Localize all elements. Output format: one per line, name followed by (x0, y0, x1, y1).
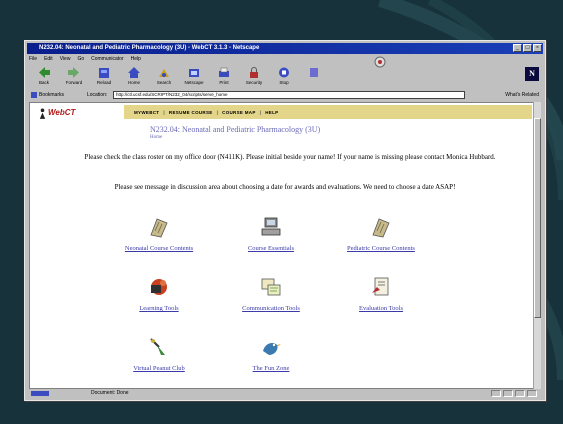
status-text: Document: Done (91, 390, 129, 396)
book-icon (372, 218, 390, 238)
computer-icon (261, 217, 281, 236)
tool-evaluation-tools[interactable]: Evaluation Tools (336, 275, 426, 312)
home-button[interactable]: Home (119, 65, 149, 89)
tool-learning-tools[interactable]: Learning Tools (114, 275, 204, 312)
whats-related-button[interactable]: What's Related (505, 90, 539, 100)
security-button[interactable]: Security (239, 65, 269, 89)
menu-communicator[interactable]: Communicator (91, 55, 124, 64)
forward-button[interactable]: Forward (59, 65, 89, 89)
tool-neonatal-course-contents[interactable]: Neonatal Course Contents (114, 215, 204, 252)
window-title: N232.04: Neonatal and Pediatric Pharmaco… (27, 43, 543, 54)
discussion-notice: Please see message in discussion area ab… (114, 183, 456, 191)
menu-help[interactable]: Help (131, 55, 141, 64)
back-button[interactable]: Back (29, 65, 59, 89)
tool-communication-tools[interactable]: Communication Tools (226, 275, 316, 312)
stop-icon (279, 67, 289, 78)
extra-toolbar-button[interactable] (299, 65, 329, 89)
lock-icon (250, 67, 258, 78)
bird-icon (263, 343, 281, 355)
netscape-button[interactable]: Netscape (179, 65, 209, 89)
grid-icon (310, 68, 318, 77)
nav-resume-course[interactable]: RESUME COURSE (169, 110, 213, 115)
back-arrow-icon (39, 67, 50, 78)
book-icon (150, 218, 168, 238)
menu-view[interactable]: View (60, 55, 71, 64)
tool-the-fun-zone[interactable]: The Fun Zone (226, 335, 316, 372)
navigation-toolbar: Back Forward Reload Home Search Netscape… (29, 65, 541, 89)
roster-notice: Please check the class roster on my offi… (84, 153, 496, 161)
search-button[interactable]: Search (149, 65, 179, 89)
menu-edit[interactable]: Edit (44, 55, 53, 64)
stop-button[interactable]: Stop (269, 65, 299, 89)
close-button[interactable]: × (533, 44, 542, 52)
bookmark-icon (31, 92, 37, 98)
scrollbar-thumb[interactable] (534, 118, 541, 318)
browser-window: N232.04: Neonatal and Pediatric Pharmaco… (24, 40, 546, 401)
nav-help[interactable]: HELP (265, 110, 278, 115)
netscape-logo-icon: N (525, 67, 539, 81)
pin-icon (150, 338, 165, 355)
status-bar: Document: Done (29, 389, 541, 398)
page-content: WebCT MYWEBCT | RESUME COURSE | COURSE M… (29, 102, 535, 389)
location-bar: Bookmarks Location: http://ctl.ucsf.edu/… (29, 90, 541, 100)
reload-icon (99, 68, 109, 78)
forward-arrow-icon (68, 67, 79, 78)
minimize-button[interactable]: _ (513, 44, 522, 52)
home-breadcrumb-link[interactable]: Home (150, 135, 162, 140)
window-controls: _ □ × (513, 44, 542, 52)
bookmarks-button[interactable]: Bookmarks (39, 90, 64, 100)
tool-virtual-peanut-club[interactable]: Virtual Peanut Club (114, 335, 204, 372)
menu-bar: File Edit View Go Communicator Help (29, 55, 141, 64)
connection-status-icon (31, 391, 49, 396)
netscape-guide-icon (189, 69, 199, 77)
webct-figure-icon (39, 108, 46, 119)
menu-file[interactable]: File (29, 55, 37, 64)
tool-pediatric-course-contents[interactable]: Pediatric Course Contents (336, 215, 426, 252)
maximize-button[interactable]: □ (523, 44, 532, 52)
evaluation-icon (372, 277, 389, 296)
print-button[interactable]: Print (209, 65, 239, 89)
status-component-icons (491, 390, 537, 397)
nav-course-map[interactable]: COURSE MAP (222, 110, 256, 115)
course-title: N232.04: Neonatal and Pediatric Pharmaco… (150, 125, 321, 134)
reload-button[interactable]: Reload (89, 65, 119, 89)
tool-course-essentials[interactable]: Course Essentials (226, 215, 316, 252)
vertical-scrollbar[interactable] (533, 102, 541, 389)
messages-icon (261, 278, 281, 296)
home-icon (128, 67, 140, 78)
nav-mywebct[interactable]: MYWEBCT (134, 110, 159, 115)
location-label: Location: (87, 92, 108, 98)
printer-icon (219, 67, 229, 77)
course-nav-bar: MYWEBCT | RESUME COURSE | COURSE MAP | H… (124, 105, 532, 119)
menu-go[interactable]: Go (77, 55, 84, 64)
search-icon (159, 69, 169, 77)
url-field[interactable]: http://ctl.ucsf.edu/SCRIPT/N232_04/scrip… (113, 91, 465, 99)
toolbox-icon (151, 279, 167, 295)
